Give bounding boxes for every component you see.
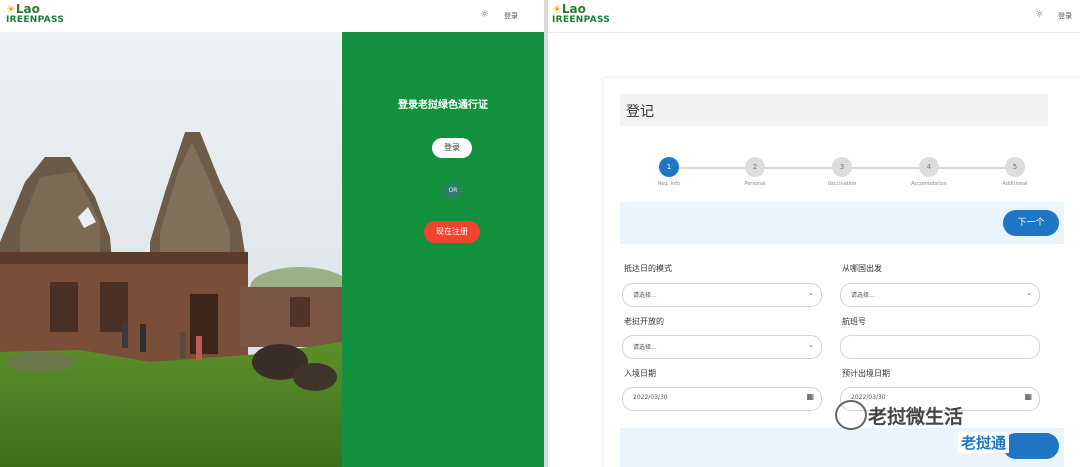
top-navbar: ☀Lao IREENPASS ☼ 登录: [0, 0, 544, 33]
card-header: 登记: [620, 94, 1048, 126]
chevron-down-icon: ⌄: [1026, 289, 1032, 297]
register-now-button[interactable]: 现在注册: [424, 221, 480, 243]
brand-logo[interactable]: ☀Lao IREENPASS: [552, 3, 610, 26]
lao-entry-select[interactable]: 请选择... ⌄: [622, 335, 822, 359]
from-country-select[interactable]: 请选择... ⌄: [840, 283, 1040, 307]
temple-photo: [0, 32, 342, 467]
exit-date-label: 预计出境日期: [842, 369, 890, 378]
step-additional[interactable]: 5 Additional: [980, 157, 1050, 187]
step-accomodation[interactable]: 4 Accomodation: [894, 157, 964, 187]
bottom-next-button[interactable]: [1003, 433, 1059, 459]
from-country-label: 从哪国出发: [842, 264, 882, 273]
chevron-down-icon: ⌄: [808, 341, 814, 349]
lao-entry-label: 老挝开放的: [624, 317, 664, 326]
login-panel: 登录老挝绿色通行证 登录 OR 现在注册: [342, 32, 544, 467]
step-req-info[interactable]: 1 Req. Info: [634, 157, 704, 187]
watermark-logo: 老挝通: [958, 432, 1010, 453]
calendar-icon[interactable]: ▦: [1024, 392, 1032, 401]
login-button[interactable]: 登录: [432, 138, 472, 158]
nav-login-link[interactable]: 登录: [504, 11, 518, 21]
flight-no-input[interactable]: [840, 335, 1040, 359]
chevron-down-icon: ⌄: [808, 289, 814, 297]
login-panel-title: 登录老挝绿色通行证: [398, 100, 488, 111]
step-personal[interactable]: 2 Personal: [720, 157, 790, 187]
language-icon[interactable]: ☼: [1035, 9, 1044, 20]
actions-bar: [620, 202, 1064, 244]
entry-date-input[interactable]: 2022/03/30 ▦: [622, 387, 822, 411]
step-vaccination[interactable]: 3 Vaccination: [807, 157, 877, 187]
flight-no-label: 航班号: [842, 317, 866, 326]
next-button[interactable]: 下一个: [1003, 210, 1059, 236]
login-screen: ☀Lao IREENPASS ☼ 登录 登录老挝绿色通行证 登录 OR 现在注册: [0, 0, 544, 467]
language-icon[interactable]: ☼: [480, 9, 489, 20]
brand-logo[interactable]: ☀Lao IREENPASS: [6, 3, 64, 26]
or-divider: OR: [444, 184, 462, 198]
page-title: 登记: [626, 104, 654, 120]
nav-login-link[interactable]: 登录: [1058, 11, 1072, 21]
registration-screen: ☀Lao IREENPASS ☼ 登录 登记 1 Req. Info 2 Per…: [548, 0, 1080, 467]
temple-illustration: [0, 32, 342, 467]
entry-date-label: 入境日期: [624, 369, 656, 378]
calendar-icon[interactable]: ▦: [806, 392, 814, 401]
watermark-text: 老挝微生活: [868, 406, 964, 428]
top-navbar: ☀Lao IREENPASS ☼ 登录: [548, 0, 1080, 33]
arrival-mode-label: 抵达日的模式: [624, 264, 672, 273]
wechat-icon: [835, 400, 867, 430]
arrival-mode-select[interactable]: 请选择... ⌄: [622, 283, 822, 307]
